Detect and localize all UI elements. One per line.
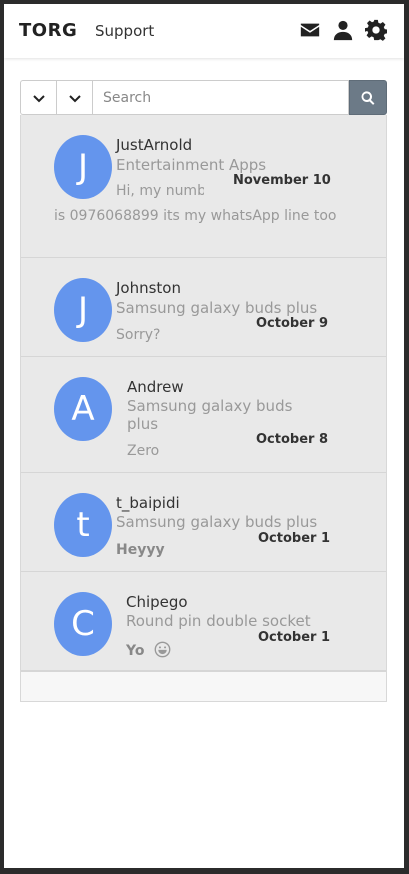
message-date: October 1 bbox=[258, 630, 331, 645]
search-bar bbox=[20, 80, 387, 115]
listing-subject: Samsung galaxy buds plus bbox=[127, 397, 293, 433]
avatar: t bbox=[54, 493, 112, 557]
sender-name: Andrew bbox=[127, 378, 184, 396]
avatar: C bbox=[54, 592, 112, 656]
message-date: October 1 bbox=[258, 531, 331, 546]
message-preview: is 0976068899 its my whatsApp line too bbox=[54, 208, 337, 224]
gear-icon[interactable] bbox=[364, 18, 388, 42]
listing-subject: Round pin double socket bbox=[126, 612, 311, 630]
message-preview-line1: Hi, my number bbox=[116, 183, 204, 199]
brand-logo[interactable]: TORG bbox=[19, 20, 77, 41]
sender-name: t_baipidi bbox=[116, 494, 180, 512]
message-date: November 10 bbox=[233, 173, 331, 188]
search-button[interactable] bbox=[349, 80, 387, 115]
support-link[interactable]: Support bbox=[95, 22, 154, 40]
app-frame: TORG Support J JustArnold Entertainment … bbox=[4, 4, 404, 868]
conversation-item[interactable]: t t_baipidi Samsung galaxy buds plus Oct… bbox=[21, 473, 386, 572]
sender-name: Chipego bbox=[126, 593, 188, 611]
chevron-down-icon bbox=[32, 94, 45, 102]
message-preview: Yo bbox=[126, 643, 145, 659]
avatar: J bbox=[54, 135, 112, 199]
message-preview-wrap: Yo bbox=[126, 640, 171, 659]
sender-name: JustArnold bbox=[116, 136, 193, 154]
message-date: October 8 bbox=[256, 432, 329, 447]
conversation-item[interactable]: C Chipego Round pin double socket Octobe… bbox=[21, 572, 386, 671]
message-preview: Heyyy bbox=[116, 542, 165, 558]
message-preview: Sorry? bbox=[116, 327, 161, 343]
conversation-item[interactable]: J JustArnold Entertainment Apps November… bbox=[21, 115, 386, 258]
conversation-list: J JustArnold Entertainment Apps November… bbox=[20, 115, 387, 702]
avatar: J bbox=[54, 278, 112, 342]
filter-select-1[interactable] bbox=[20, 80, 56, 115]
envelope-icon[interactable] bbox=[298, 18, 322, 42]
conversation-item[interactable]: J Johnston Samsung galaxy buds plus Octo… bbox=[21, 258, 386, 357]
search-input[interactable] bbox=[92, 80, 349, 115]
filter-select-2[interactable] bbox=[56, 80, 92, 115]
listing-subject: Entertainment Apps bbox=[116, 156, 267, 174]
sender-name: Johnston bbox=[116, 279, 181, 297]
conversation-item[interactable]: A Andrew Samsung galaxy buds plus Octobe… bbox=[21, 357, 386, 473]
listing-subject: Samsung galaxy buds plus bbox=[116, 513, 318, 531]
listing-subject: Samsung galaxy buds plus bbox=[116, 299, 318, 317]
user-icon[interactable] bbox=[331, 18, 355, 42]
avatar: A bbox=[54, 377, 112, 441]
message-date: October 9 bbox=[256, 316, 329, 331]
search-icon bbox=[361, 90, 375, 105]
list-footer bbox=[21, 671, 386, 701]
chevron-down-icon bbox=[68, 94, 81, 102]
navbar: TORG Support bbox=[4, 4, 404, 58]
message-preview: Zero bbox=[127, 443, 160, 459]
grinning-emoji-icon bbox=[154, 641, 170, 658]
